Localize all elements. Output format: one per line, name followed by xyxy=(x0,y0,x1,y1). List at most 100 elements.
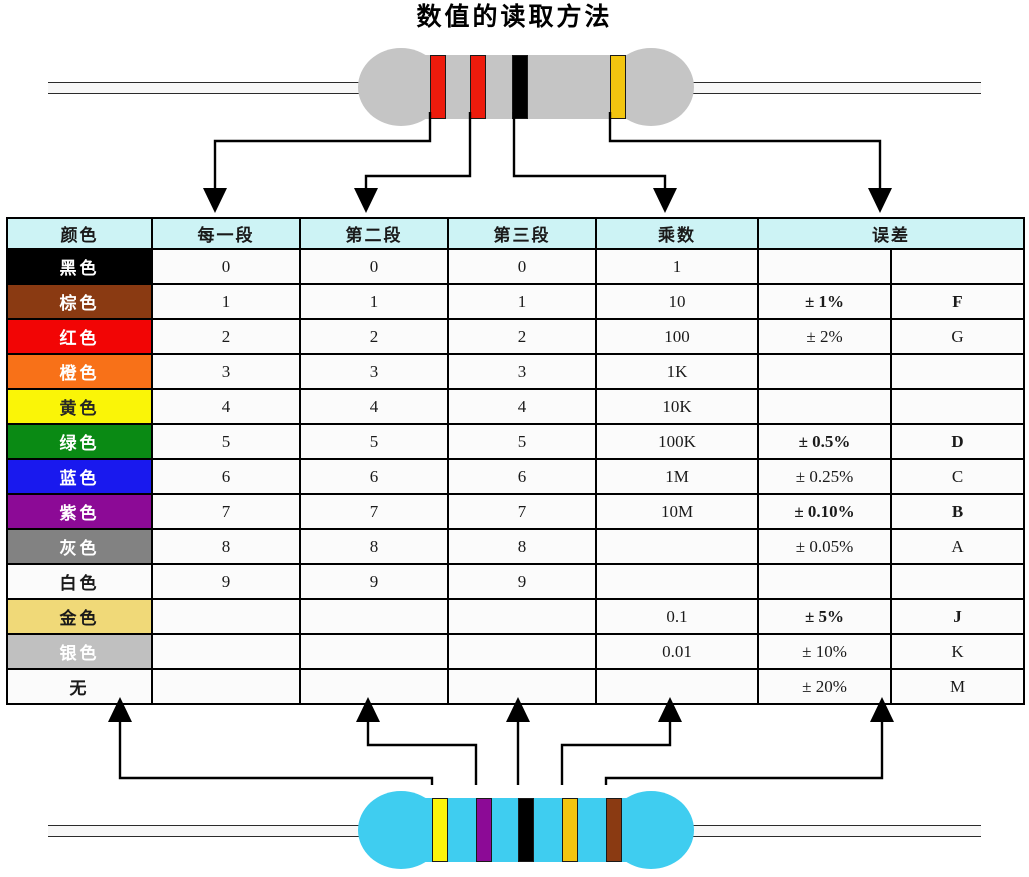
digit3-cell: 0 xyxy=(447,248,597,285)
tolerance-code-cell xyxy=(890,388,1025,425)
arrow-head-band4 xyxy=(868,188,892,213)
arrow-path-band4 xyxy=(608,112,882,190)
tolerance-value-cell xyxy=(757,563,892,600)
digit2-cell: 6 xyxy=(299,458,449,495)
resistor-color-code-table: 颜色 每一段 第二段 第三段 乘数 误差 黑色 0 0 0 1 棕色 1 1 1 10 ± 1% F 红… xyxy=(6,217,1025,705)
table-row: 紫色 7 7 7 10M ± 0.10% B xyxy=(6,493,1025,530)
arrow-path-band3 xyxy=(512,112,667,190)
tolerance-code-cell xyxy=(890,248,1025,285)
multiplier-cell: 10K xyxy=(595,388,759,425)
digit1-cell: 0 xyxy=(151,248,301,285)
table-body: 黑色 0 0 0 1 棕色 1 1 1 10 ± 1% F 红色 2 2 2 100 ± 2% G 橙色 3 3 3 1K 黄色… xyxy=(6,248,1025,705)
table-header-row: 颜色 每一段 第二段 第三段 乘数 误差 xyxy=(6,217,1025,250)
multiplier-cell: 100K xyxy=(595,423,759,460)
color-swatch-cell: 红色 xyxy=(6,318,153,355)
band-5-brown xyxy=(606,798,622,862)
digit3-cell: 5 xyxy=(447,423,597,460)
arrow-path-b-band4 xyxy=(560,721,672,785)
band-3-black xyxy=(518,798,534,862)
table-row: 黑色 0 0 0 1 xyxy=(6,248,1025,285)
tolerance-value-cell xyxy=(757,388,892,425)
tolerance-code-cell: F xyxy=(890,283,1025,320)
multiplier-cell: 1M xyxy=(595,458,759,495)
arrow-path-band2 xyxy=(364,112,472,190)
tolerance-value-cell xyxy=(757,353,892,390)
digit3-cell: 9 xyxy=(447,563,597,600)
digit2-cell xyxy=(299,633,449,670)
multiplier-cell: 10 xyxy=(595,283,759,320)
digit3-cell: 7 xyxy=(447,493,597,530)
band-2-violet xyxy=(476,798,492,862)
tolerance-code-cell xyxy=(890,353,1025,390)
resistor-lead-left xyxy=(48,825,388,837)
resistor-lead-left xyxy=(48,82,388,94)
table-row: 绿色 5 5 5 100K ± 0.5% D xyxy=(6,423,1025,460)
header-tolerance: 误差 xyxy=(757,217,1025,250)
page-title: 数值的读取方法 xyxy=(416,2,613,31)
table-row: 银色 0.01 ± 10% K xyxy=(6,633,1025,670)
table-row: 红色 2 2 2 100 ± 2% G xyxy=(6,318,1025,355)
digit3-cell: 6 xyxy=(447,458,597,495)
digit3-cell: 1 xyxy=(447,283,597,320)
tolerance-code-cell: G xyxy=(890,318,1025,355)
arrow-head-b-band3 xyxy=(506,697,530,722)
arrow-head-b-band1 xyxy=(108,697,132,722)
band-1-yellow xyxy=(432,798,448,862)
arrow-path-b-band5 xyxy=(604,721,884,785)
digit2-cell: 3 xyxy=(299,353,449,390)
tolerance-value-cell: ± 0.05% xyxy=(757,528,892,565)
tolerance-value-cell: ± 0.5% xyxy=(757,423,892,460)
digit1-cell: 1 xyxy=(151,283,301,320)
multiplier-cell: 10M xyxy=(595,493,759,530)
digit3-cell: 2 xyxy=(447,318,597,355)
table-row: 黄色 4 4 4 10K xyxy=(6,388,1025,425)
table-row: 棕色 1 1 1 10 ± 1% F xyxy=(6,283,1025,320)
digit3-cell xyxy=(447,633,597,670)
digit2-cell: 9 xyxy=(299,563,449,600)
digit3-cell: 3 xyxy=(447,353,597,390)
multiplier-cell: 0.01 xyxy=(595,633,759,670)
digit3-cell: 4 xyxy=(447,388,597,425)
tolerance-value-cell: ± 10% xyxy=(757,633,892,670)
arrow-group-top xyxy=(0,112,1029,216)
multiplier-cell: 0.1 xyxy=(595,598,759,635)
digit1-cell: 8 xyxy=(151,528,301,565)
table-row: 白色 9 9 9 xyxy=(6,563,1025,600)
table-row: 橙色 3 3 3 1K xyxy=(6,353,1025,390)
digit2-cell: 5 xyxy=(299,423,449,460)
arrow-head-band1 xyxy=(203,188,227,213)
resistor-diagram-bottom xyxy=(0,781,1029,877)
tolerance-value-cell: ± 0.25% xyxy=(757,458,892,495)
multiplier-cell xyxy=(595,528,759,565)
arrow-path-b-band2 xyxy=(366,721,478,785)
tolerance-value-cell: ± 2% xyxy=(757,318,892,355)
color-swatch-cell: 绿色 xyxy=(6,423,153,460)
color-swatch-cell: 黄色 xyxy=(6,388,153,425)
tolerance-code-cell: K xyxy=(890,633,1025,670)
color-swatch-cell: 银色 xyxy=(6,633,153,670)
digit3-cell xyxy=(447,598,597,635)
arrow-head-b-band5 xyxy=(870,697,894,722)
digit3-cell: 8 xyxy=(447,528,597,565)
arrow-head-b-band4 xyxy=(658,697,682,722)
digit1-cell xyxy=(151,598,301,635)
band-4-gold xyxy=(610,55,626,119)
color-swatch-cell: 白色 xyxy=(6,563,153,600)
multiplier-cell: 100 xyxy=(595,318,759,355)
arrow-group-bottom xyxy=(0,697,1029,785)
band-1-red xyxy=(430,55,446,119)
digit1-cell: 2 xyxy=(151,318,301,355)
tolerance-value-cell: ± 1% xyxy=(757,283,892,320)
digit1-cell xyxy=(151,633,301,670)
digit2-cell xyxy=(299,598,449,635)
digit2-cell: 7 xyxy=(299,493,449,530)
digit1-cell: 9 xyxy=(151,563,301,600)
resistor-color-code-table-wrap: 颜色 每一段 第二段 第三段 乘数 误差 黑色 0 0 0 1 棕色 1 1 1 10 ± 1% F 红… xyxy=(6,217,1025,705)
arrows-top-svg xyxy=(203,112,892,213)
tolerance-value-cell: ± 5% xyxy=(757,598,892,635)
digit1-cell: 6 xyxy=(151,458,301,495)
tolerance-code-cell: A xyxy=(890,528,1025,565)
arrow-head-band2 xyxy=(354,188,378,213)
digit2-cell: 2 xyxy=(299,318,449,355)
multiplier-cell xyxy=(595,563,759,600)
